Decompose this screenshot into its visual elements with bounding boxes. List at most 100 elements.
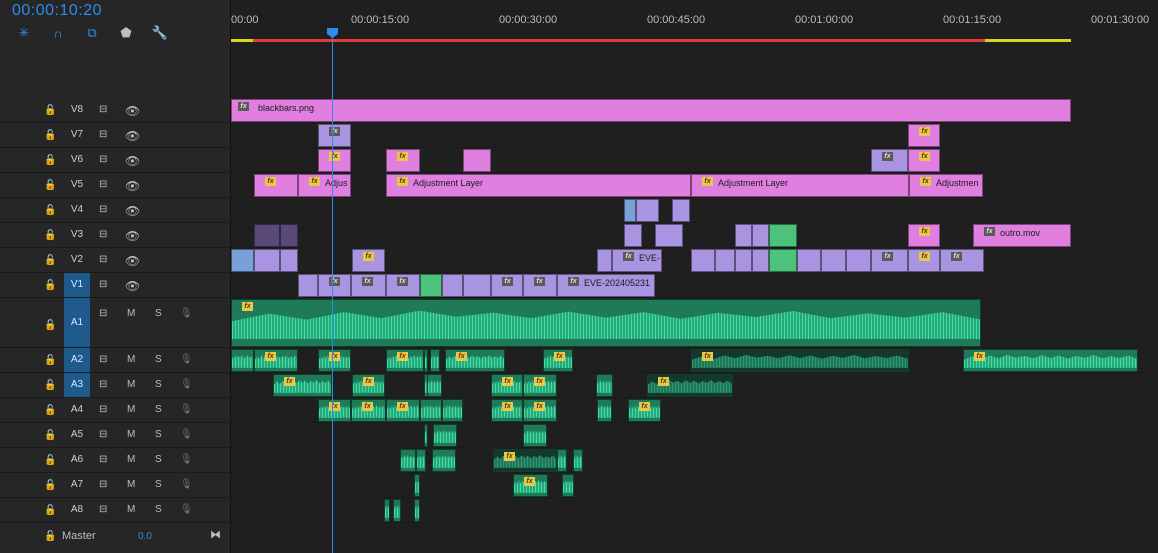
- track-name[interactable]: V3: [64, 223, 90, 247]
- time-ruler[interactable]: 00:00 00:00:15:00 00:00:30:00 00:00:45:00 00…: [231, 0, 1158, 45]
- master-volume[interactable]: 0.0: [138, 531, 152, 542]
- toggle-sync-lock-icon[interactable]: ⊟: [99, 504, 107, 515]
- video-clip[interactable]: fx: [386, 149, 420, 172]
- snap-icon[interactable]: ∩: [49, 25, 67, 41]
- lock-icon[interactable]: 🔓: [44, 155, 56, 166]
- mute-button[interactable]: M: [127, 504, 135, 515]
- track-name[interactable]: V7: [64, 123, 90, 147]
- video-clip[interactable]: [715, 249, 735, 272]
- lock-icon[interactable]: 🔓: [44, 280, 56, 291]
- timecode-display[interactable]: 00:00:10:20: [12, 2, 102, 20]
- toggle-sync-lock-icon[interactable]: ⊟: [99, 404, 107, 415]
- playhead[interactable]: [332, 30, 333, 553]
- track-name[interactable]: A4: [64, 398, 90, 422]
- mute-button[interactable]: M: [127, 429, 135, 440]
- audio-clip[interactable]: [596, 374, 613, 397]
- audio-clip[interactable]: fx: [231, 299, 981, 347]
- audio-clip[interactable]: [573, 449, 583, 472]
- voice-over-record-icon[interactable]: 🎙: [180, 354, 193, 365]
- video-clip[interactable]: [597, 249, 612, 272]
- audio-clip[interactable]: [414, 499, 420, 522]
- audio-clip[interactable]: fx: [445, 349, 505, 372]
- toggle-sync-lock-icon[interactable]: ⊟: [99, 104, 107, 115]
- toggle-sync-lock-icon[interactable]: ⊟: [99, 354, 107, 365]
- audio-clip[interactable]: fx: [513, 474, 548, 497]
- audio-clip[interactable]: [393, 499, 401, 522]
- video-clip[interactable]: [735, 249, 752, 272]
- audio-clip[interactable]: fx: [523, 399, 557, 422]
- video-clip[interactable]: [420, 274, 442, 297]
- voice-over-record-icon[interactable]: 🎙: [180, 308, 193, 319]
- video-clip[interactable]: fx Adjustment Layer: [386, 174, 691, 197]
- lock-icon[interactable]: 🔓: [44, 455, 56, 466]
- video-clip[interactable]: fx: [871, 249, 908, 272]
- voice-over-record-icon[interactable]: 🎙: [180, 454, 193, 465]
- audio-clip[interactable]: [523, 424, 547, 447]
- solo-button[interactable]: S: [155, 454, 162, 465]
- mute-button[interactable]: M: [127, 354, 135, 365]
- audio-clip[interactable]: [442, 399, 463, 422]
- video-clip[interactable]: [846, 249, 871, 272]
- lock-icon[interactable]: 🔓: [44, 130, 56, 141]
- track-name[interactable]: V5: [64, 173, 90, 197]
- toggle-sync-lock-icon[interactable]: ⊟: [99, 479, 107, 490]
- toggle-sync-lock-icon[interactable]: ⊟: [99, 279, 107, 290]
- video-clip[interactable]: [636, 199, 659, 222]
- lock-icon[interactable]: 🔓: [44, 430, 56, 441]
- toggle-sync-lock-icon[interactable]: ⊟: [99, 308, 107, 319]
- video-clip[interactable]: [442, 274, 463, 297]
- video-clip[interactable]: fx Adjus: [298, 174, 351, 197]
- audio-clip[interactable]: fx: [963, 349, 1138, 372]
- audio-clip[interactable]: [384, 499, 390, 522]
- lock-icon[interactable]: 🔓: [44, 255, 56, 266]
- video-clip[interactable]: fx: [491, 274, 523, 297]
- solo-button[interactable]: S: [155, 504, 162, 515]
- audio-clip[interactable]: fx: [491, 374, 523, 397]
- audio-clip[interactable]: fx: [386, 349, 424, 372]
- solo-button[interactable]: S: [155, 404, 162, 415]
- audio-clip[interactable]: fx: [523, 374, 557, 397]
- video-clip[interactable]: fx: [523, 274, 557, 297]
- lock-icon[interactable]: 🔓: [44, 405, 56, 416]
- solo-button[interactable]: S: [155, 379, 162, 390]
- video-clip[interactable]: [691, 249, 715, 272]
- collapse-icon[interactable]: ⧓: [210, 528, 221, 541]
- track-name[interactable]: A3: [64, 373, 90, 397]
- track-name[interactable]: A6: [64, 448, 90, 472]
- solo-button[interactable]: S: [155, 308, 162, 319]
- track-name[interactable]: A5: [64, 423, 90, 447]
- audio-clip[interactable]: fx: [352, 374, 385, 397]
- mute-button[interactable]: M: [127, 454, 135, 465]
- track-name[interactable]: A2: [64, 348, 90, 372]
- linked-selection-icon[interactable]: ⧉: [83, 25, 101, 41]
- voice-over-record-icon[interactable]: 🎙: [180, 504, 193, 515]
- lock-icon[interactable]: 🔓: [44, 480, 56, 491]
- audio-clip[interactable]: [416, 449, 426, 472]
- video-clip[interactable]: fx: [318, 149, 351, 172]
- video-clip[interactable]: [735, 224, 752, 247]
- video-clip[interactable]: [254, 249, 280, 272]
- audio-clip[interactable]: [557, 449, 567, 472]
- voice-over-record-icon[interactable]: 🎙: [180, 429, 193, 440]
- mute-button[interactable]: M: [127, 404, 135, 415]
- video-clip[interactable]: fx: [318, 274, 351, 297]
- audio-clip[interactable]: [433, 424, 457, 447]
- video-clip[interactable]: [672, 199, 690, 222]
- video-clip[interactable]: fx: [386, 274, 420, 297]
- toggle-sync-lock-icon[interactable]: ⊟: [99, 379, 107, 390]
- video-clip[interactable]: [769, 249, 797, 272]
- audio-clip[interactable]: [420, 399, 442, 422]
- mute-button[interactable]: M: [127, 479, 135, 490]
- video-clip[interactable]: [624, 224, 642, 247]
- video-clip[interactable]: [463, 149, 491, 172]
- video-clip[interactable]: [280, 249, 298, 272]
- solo-button[interactable]: S: [155, 429, 162, 440]
- video-clip[interactable]: fx EVE-202405231: [557, 274, 655, 297]
- audio-clip[interactable]: [430, 349, 440, 372]
- audio-clip[interactable]: fx: [628, 399, 661, 422]
- eye-icon[interactable]: 👁: [125, 254, 140, 268]
- audio-clip[interactable]: [432, 449, 456, 472]
- video-clip[interactable]: [280, 224, 298, 247]
- video-clip[interactable]: fx Adjustment Layer: [691, 174, 909, 197]
- audio-clip[interactable]: [400, 449, 416, 472]
